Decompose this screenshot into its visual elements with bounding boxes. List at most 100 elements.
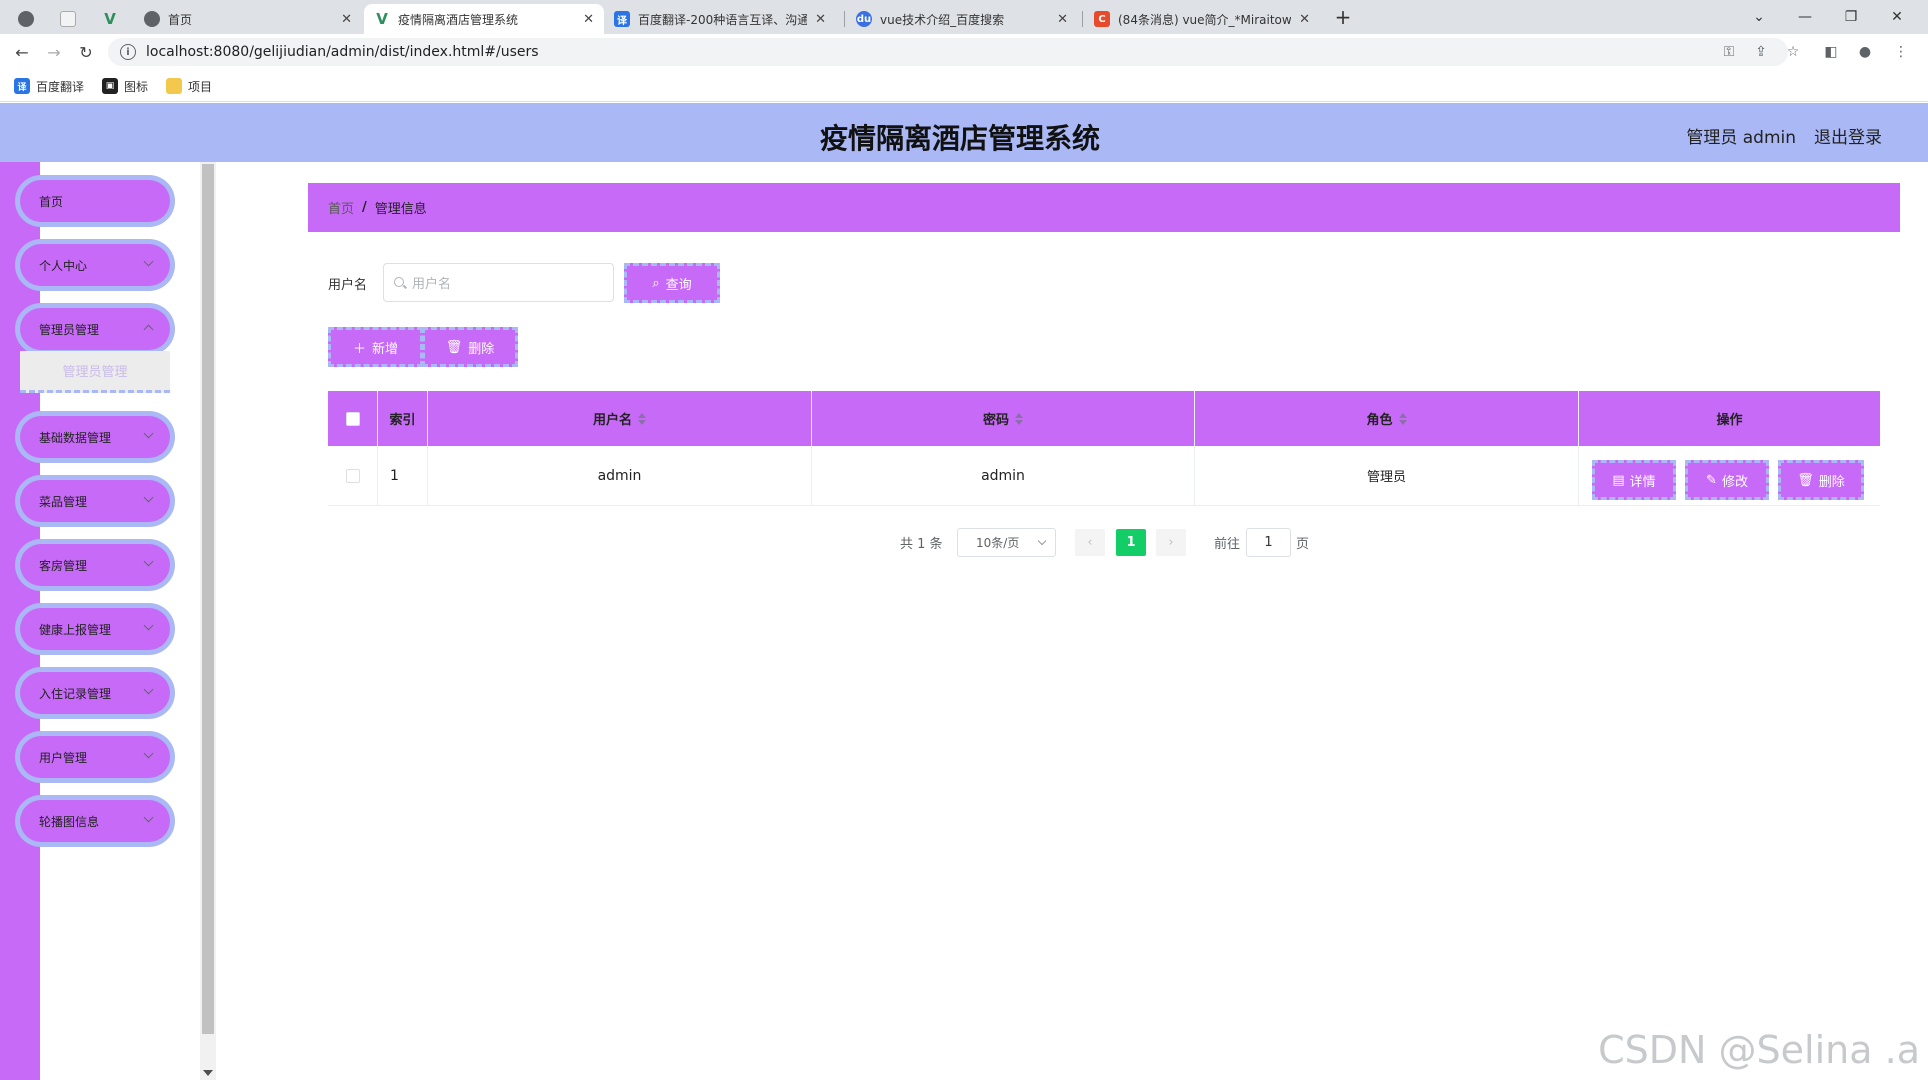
- pagination-total: 共 1 条: [900, 536, 943, 552]
- sidebar-item-health-report[interactable]: 健康上报管理: [20, 608, 170, 650]
- logout-link[interactable]: 退出登录: [1814, 123, 1882, 148]
- sidebar-item-carousel[interactable]: 轮播图信息: [20, 800, 170, 842]
- tab-baidu-search[interactable]: du vue技术介绍_百度搜索 ✕: [846, 4, 1078, 34]
- row-checkbox[interactable]: [345, 468, 360, 483]
- trash-icon: 🗑: [1797, 472, 1814, 488]
- username-search-input[interactable]: 用户名: [383, 263, 614, 302]
- sidebar-item-checkin-records[interactable]: 入住记录管理: [20, 672, 170, 714]
- edit-button[interactable]: ✎ 修改: [1685, 460, 1769, 500]
- detail-button[interactable]: ▤ 详情: [1592, 460, 1676, 500]
- column-header-index: 索引: [378, 391, 428, 446]
- address-bar-row: ← → ↻ i localhost:8080/gelijiudian/admin…: [0, 34, 1928, 70]
- window-close-button[interactable]: ✕: [1874, 4, 1920, 30]
- close-icon[interactable]: ✕: [815, 12, 826, 27]
- column-header-role[interactable]: 角色: [1195, 391, 1579, 446]
- csdn-watermark: CSDN @Selina .a: [1598, 1028, 1920, 1072]
- profile-avatar-icon[interactable]: ●: [1854, 42, 1876, 62]
- restore-button[interactable]: ❐: [1828, 4, 1874, 30]
- close-icon[interactable]: ✕: [583, 12, 594, 27]
- site-info-icon[interactable]: i: [120, 44, 136, 60]
- sidebar-item-label: 基础数据管理: [39, 430, 112, 445]
- close-icon[interactable]: ✕: [341, 12, 352, 27]
- breadcrumb-current: 管理信息: [374, 202, 427, 217]
- breadcrumb-home[interactable]: 首页: [328, 198, 354, 217]
- chevron-down-icon: [143, 556, 154, 567]
- sidebar-item-users[interactable]: 用户管理: [20, 736, 170, 778]
- blank-page-icon: [60, 11, 76, 27]
- sidebar-item-personal-center[interactable]: 个人中心: [20, 244, 170, 286]
- trash-icon: 🗑: [445, 339, 463, 355]
- new-tab-button[interactable]: +: [1320, 4, 1366, 30]
- bookmark-project-folder[interactable]: 项目: [166, 76, 212, 96]
- sidebar-scrollbar[interactable]: [200, 162, 216, 1080]
- bookmark-icons[interactable]: ▣ 图标: [102, 76, 148, 96]
- search-icon: ⌕: [652, 275, 660, 291]
- column-header-username[interactable]: 用户名: [428, 391, 812, 446]
- current-user-label: 管理员 admin: [1686, 128, 1796, 148]
- share-icon[interactable]: ⇪: [1750, 42, 1772, 62]
- row-delete-button[interactable]: 🗑 删除: [1778, 460, 1864, 500]
- bookmark-label: 图标: [124, 79, 149, 94]
- column-header-password[interactable]: 密码: [812, 391, 1195, 446]
- next-page-button[interactable]: ›: [1156, 529, 1186, 556]
- prev-page-button[interactable]: ‹: [1075, 529, 1105, 556]
- sidebar-item-label: 轮播图信息: [39, 814, 100, 829]
- tab-csdn[interactable]: C (84条消息) vue简介_*Miraitowa ✕: [1084, 4, 1320, 34]
- page-suffix-label: 页: [1296, 536, 1310, 552]
- tab-home[interactable]: 首页 ✕: [134, 4, 362, 34]
- close-icon[interactable]: ✕: [1299, 12, 1310, 27]
- scroll-down-arrow-icon[interactable]: [203, 1070, 213, 1076]
- minimize-button[interactable]: —: [1782, 4, 1828, 30]
- tab-hotel-system[interactable]: V 疫情隔离酒店管理系统 ✕: [364, 4, 604, 34]
- sort-icon[interactable]: [1398, 412, 1407, 425]
- sidebar-item-dishes[interactable]: 菜品管理: [20, 480, 170, 522]
- tab-pinned-2[interactable]: [50, 4, 90, 34]
- add-button[interactable]: ＋ 新增: [328, 327, 423, 367]
- tab-search-chevron-icon[interactable]: ⌄: [1736, 4, 1782, 30]
- chevron-down-icon: [1037, 536, 1047, 546]
- chevron-down-icon: [143, 812, 154, 823]
- sidebar-item-rooms[interactable]: 客房管理: [20, 544, 170, 586]
- sidebar-item-label: 首页: [39, 194, 64, 209]
- submenu-item-admin-management[interactable]: 管理员管理: [20, 351, 170, 393]
- sidebar-item-label: 管理员管理: [39, 322, 100, 337]
- cell-password: admin: [812, 446, 1195, 505]
- sidebar-item-home[interactable]: 首页: [20, 180, 170, 222]
- select-all-checkbox[interactable]: [345, 411, 360, 426]
- back-arrow-icon[interactable]: ←: [10, 41, 34, 63]
- page-number-current[interactable]: 1: [1116, 529, 1146, 556]
- url-field[interactable]: i localhost:8080/gelijiudian/admin/dist/…: [108, 38, 1788, 66]
- sidebar-item-base-data[interactable]: 基础数据管理: [20, 416, 170, 458]
- reload-icon[interactable]: ↻: [74, 41, 98, 63]
- side-panel-icon[interactable]: ◧: [1820, 42, 1842, 62]
- chevron-down-icon: [143, 256, 154, 267]
- goto-label: 前往: [1214, 536, 1241, 552]
- sort-icon[interactable]: [1015, 412, 1023, 425]
- bookmark-star-icon[interactable]: ☆: [1782, 42, 1804, 62]
- select-all-cell: [328, 391, 378, 446]
- close-icon[interactable]: ✕: [1057, 12, 1068, 27]
- sidebar-item-label: 用户管理: [39, 750, 88, 765]
- query-button[interactable]: ⌕ 查询: [624, 263, 720, 303]
- tab-separator: [1082, 11, 1083, 27]
- tab-pinned-1[interactable]: [8, 4, 48, 34]
- app-title: 疫情隔离酒店管理系统: [819, 122, 1100, 155]
- vue-icon: V: [376, 10, 388, 28]
- menu-kebab-icon[interactable]: ⋮: [1890, 42, 1912, 62]
- sidebar-item-admin-management[interactable]: 管理员管理: [20, 308, 170, 350]
- key-icon[interactable]: ⚿: [1718, 42, 1740, 62]
- bookmark-baidu-translate[interactable]: 译 百度翻译: [14, 76, 84, 96]
- tab-baidu-translate[interactable]: 译 百度翻译-200种语言互译、沟通 ✕: [604, 4, 836, 34]
- forward-arrow-icon[interactable]: →: [42, 41, 66, 63]
- sidebar-item-label: 菜品管理: [39, 494, 88, 509]
- page-size-select[interactable]: 10条/页: [957, 528, 1056, 557]
- cell-username: admin: [428, 446, 812, 505]
- goto-page-input[interactable]: 1: [1246, 528, 1291, 557]
- tab-pinned-3[interactable]: V: [92, 4, 132, 34]
- batch-delete-button[interactable]: 🗑 删除: [422, 327, 518, 367]
- scrollbar-thumb[interactable]: [202, 164, 214, 1034]
- image-icon: ▣: [102, 78, 118, 94]
- breadcrumb-separator: /: [362, 200, 367, 215]
- sort-icon[interactable]: [638, 412, 646, 425]
- page-size-value: 10条/页: [976, 536, 1020, 550]
